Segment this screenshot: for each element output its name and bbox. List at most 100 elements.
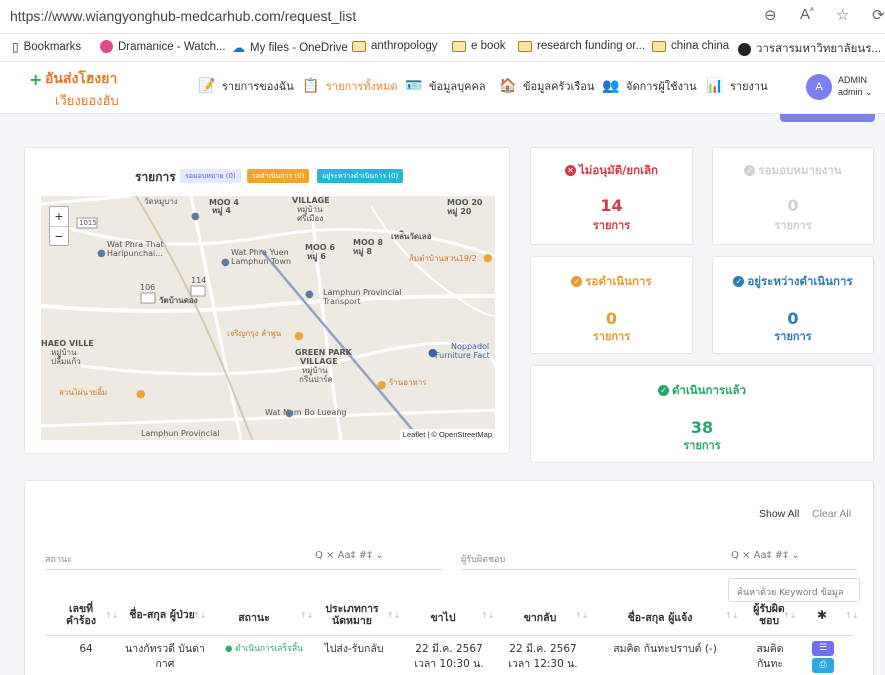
logo-line1: อันส่งโฮงยา <box>45 71 118 87</box>
chip-in-progress[interactable]: อยู่ระหว่างดำเนินการ (0) <box>317 169 404 183</box>
place-marker-icon[interactable]: ● <box>97 248 106 259</box>
nav-household-info[interactable]: 🏠 ข้อมูลครัวเรือน <box>499 77 594 95</box>
zoom-out-button[interactable]: − <box>50 227 68 247</box>
row-print-button[interactable]: ⎙ <box>812 658 834 673</box>
check-circle-icon: ✓ <box>733 276 745 287</box>
map-label: Haripunchai... <box>107 249 163 258</box>
stat-card-awaiting-assignment[interactable]: ✓ รอมอบหมายงาน 0 รายการ <box>712 147 874 245</box>
show-all-button[interactable]: Show All <box>759 508 799 520</box>
filter-tools[interactable]: Q × Aa‡ #‡ ⌄ <box>731 550 800 561</box>
map-label: กรีนปาร์ค <box>299 375 333 384</box>
status-filter[interactable]: สถานะ Q × Aa‡ #‡ ⌄ <box>45 544 443 570</box>
nav-user-management[interactable]: 👥 จัดการผู้ใช้งาน <box>602 77 696 95</box>
col-header-status[interactable]: สถานะ <box>230 612 278 624</box>
sort-icon[interactable]: ↑↓ <box>300 611 313 620</box>
table-divider <box>45 635 853 636</box>
reader-mode-icon[interactable]: Aᴬ <box>800 6 814 23</box>
folder-icon <box>652 40 666 52</box>
nav-my-requests[interactable]: 📝 รายการของฉัน <box>198 77 294 95</box>
sort-icon[interactable]: ↑↓ <box>783 611 796 620</box>
bookmark-item-ebook[interactable]: e book <box>452 40 506 52</box>
col-header-appointment-type[interactable]: ประเภทการ นัดหมาย <box>321 603 383 627</box>
browser-address-bar: https://www.wiangyonghub-medcarhub.com/r… <box>0 0 885 34</box>
chip-pending[interactable]: รอดำเนินการ (0) <box>247 169 310 183</box>
col-header-request-no[interactable]: เลขที่ คำร้อง <box>61 603 101 627</box>
cell-return: 22 มี.ค. 2567 เวลา 12:30 น. <box>508 643 578 670</box>
restaurant-marker-icon[interactable]: ● <box>136 387 146 400</box>
place-marker-icon[interactable]: ● <box>285 408 294 419</box>
map-label: VILLAGE <box>292 196 330 205</box>
map-label: Wat Phra Yuen <box>231 248 289 257</box>
stat-card-completed[interactable]: ✓ ดำเนินการแล้ว 38 รายการ <box>530 365 874 463</box>
bookmarks-bar: ▯ Bookmarks Dramanice - Watch... ☁ My fi… <box>0 34 885 62</box>
app-logo[interactable]: + อันส่งโฮงยา เวียงยองฮับ <box>29 68 119 111</box>
sync-icon[interactable]: ⟳ <box>872 6 885 24</box>
nav-all-requests[interactable]: 📋 รายการทั้งหมด <box>302 77 397 95</box>
request-table-card: Show All Clear All สถานะ Q × Aa‡ #‡ ⌄ ผู… <box>24 480 874 675</box>
sort-icon[interactable]: ↑↓ <box>725 611 738 620</box>
sort-icon[interactable]: ↑↓ <box>193 611 206 620</box>
cell-status: ดำเนินการเสร็จสิ้น <box>235 644 304 654</box>
sort-icon[interactable]: ↑↓ <box>575 611 588 620</box>
sort-icon[interactable]: ↑↓ <box>845 611 858 620</box>
place-marker-icon[interactable]: ● <box>305 289 314 300</box>
map-label: Lamphun Provincial <box>141 429 220 438</box>
map-label: MOO 6 <box>305 243 335 252</box>
bookmark-item-journal[interactable]: วารสารมหาวิทยาลัยนร... <box>738 40 881 58</box>
stat-unit: รายการ <box>774 219 812 232</box>
top-action-button[interactable] <box>780 114 875 122</box>
stat-card-in-progress[interactable]: ✓ อยู่ระหว่างดำเนินการ 0 รายการ <box>712 256 874 354</box>
col-header-patient[interactable]: ชื่อ-สกุล ผู้ป่วย <box>121 609 203 621</box>
place-marker-icon[interactable]: ● <box>221 257 230 268</box>
map-label: สวนไผ่นายอิ้ม <box>59 388 108 397</box>
sort-icon[interactable]: ↑↓ <box>105 611 118 620</box>
map-card: รายการ รอมอบหมาย (0) รอดำเนินการ (0) อยู… <box>24 147 510 454</box>
restaurant-marker-icon[interactable]: ● <box>377 378 387 391</box>
nav-reports[interactable]: 📊 รายงาน <box>706 77 767 95</box>
url-text[interactable]: https://www.wiangyonghub-medcarhub.com/r… <box>10 8 356 24</box>
sort-icon[interactable]: ↑↓ <box>387 611 400 620</box>
map-label: Lamphun Provincial <box>323 288 402 297</box>
stat-unit: รายการ <box>683 439 721 452</box>
stat-card-pending[interactable]: ✓ รอดำเนินการ 0 รายการ <box>530 256 693 354</box>
stat-card-rejected[interactable]: ✕ ไม่อนุมัติ/ยกเลิก 14 รายการ <box>530 147 693 245</box>
map-view[interactable]: + − วัดหมูบาง MOO 4 หมู่ 4 VILLAGE หมู่บ… <box>41 196 495 440</box>
admin-menu[interactable]: ADMIN admin ⌄ <box>838 74 873 98</box>
col-header-reporter[interactable]: ชื่อ-สกุล ผู้แจ้ง <box>615 612 705 624</box>
nav-personal-info[interactable]: 🪪 ข้อมูลบุคคล <box>405 77 485 95</box>
zoom-icon[interactable]: ⊖ <box>764 6 777 24</box>
map-label: 106 <box>140 283 156 292</box>
place-marker-icon[interactable]: ● <box>191 211 200 222</box>
col-header-outbound[interactable]: ขาไป <box>423 612 463 624</box>
filter-tools[interactable]: Q × Aa‡ #‡ ⌄ <box>315 550 384 561</box>
bookmark-item-dramanice[interactable]: Dramanice - Watch... <box>100 40 226 53</box>
bookmark-item-china[interactable]: china china <box>652 40 729 52</box>
map-label: 114 <box>191 276 207 285</box>
bookmark-item-bookmarks[interactable]: ▯ Bookmarks <box>12 40 81 54</box>
zoom-in-button[interactable]: + <box>50 207 68 227</box>
bookmark-item-onedrive[interactable]: ☁ My files - OneDrive <box>232 40 348 56</box>
bookmark-item-anthropology[interactable]: anthropology <box>352 40 438 52</box>
map-label: Furniture Fact <box>435 351 490 360</box>
restaurant-marker-icon[interactable]: ● <box>483 251 493 264</box>
map-zoom-control[interactable]: + − <box>49 206 69 246</box>
keyword-search-input[interactable]: ค้นหาด้วย Keyword ข้อมูล <box>728 578 860 602</box>
shop-marker-icon[interactable]: ● <box>428 346 438 359</box>
map-label: ปลื้มแก้ว <box>51 357 81 366</box>
clear-all-button[interactable]: Clear All <box>812 508 851 520</box>
avatar[interactable]: A <box>806 74 832 100</box>
map-label: ส้มตำบ้านสวน19/2 <box>409 254 477 263</box>
restaurant-marker-icon[interactable]: ● <box>294 329 304 342</box>
users-icon: 👥 <box>602 78 620 94</box>
row-detail-button[interactable]: ☰ <box>812 641 834 656</box>
sort-icon[interactable]: ↑↓ <box>481 611 494 620</box>
settings-gear-icon[interactable]: ✱ <box>817 608 827 622</box>
assignee-filter[interactable]: ผู้รับผิดชอบ Q × Aa‡ #‡ ⌄ <box>461 544 857 570</box>
col-header-return[interactable]: ขากลับ <box>515 612 565 624</box>
map-label: Noppadol <box>451 342 490 351</box>
map-attribution[interactable]: Leaflet | © OpenStreetMap <box>399 429 495 440</box>
favorite-star-icon[interactable]: ☆ <box>836 6 849 24</box>
chip-awaiting-assignment[interactable]: รอมอบหมาย (0) <box>180 169 241 183</box>
bookmark-item-research[interactable]: research funding or... <box>518 40 645 52</box>
map-label: Wat Nam Bo Lueang <box>265 408 347 417</box>
